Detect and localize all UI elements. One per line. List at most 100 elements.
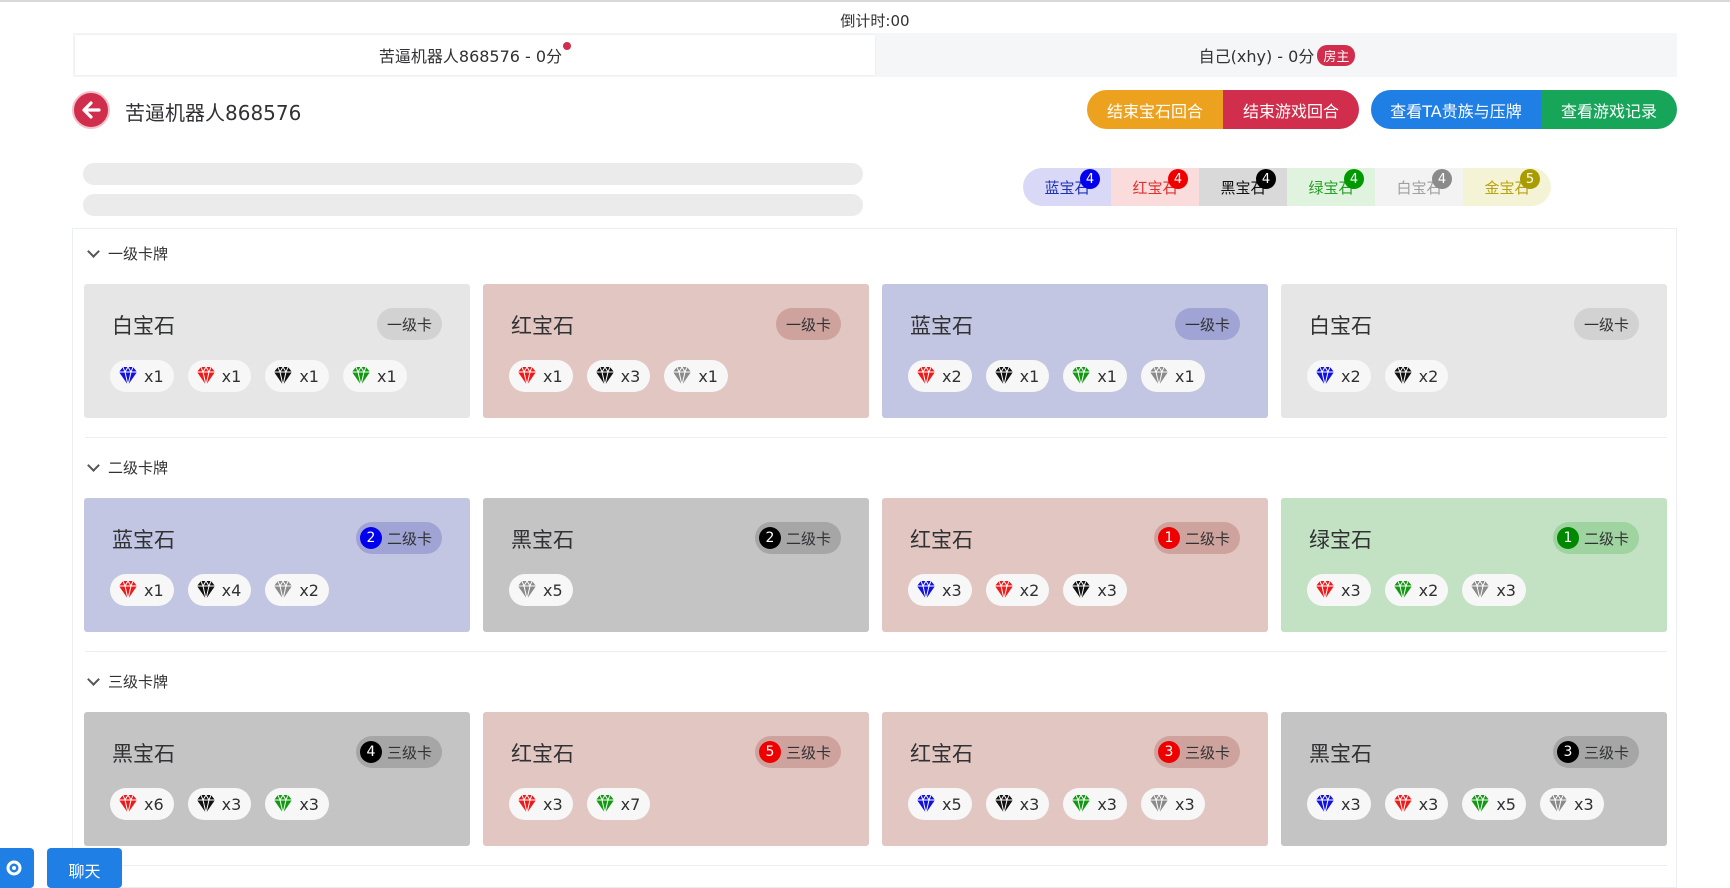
level-badge: 一级卡 xyxy=(1573,308,1639,340)
tab-player-self[interactable]: 自己(xhy) - 0分 房主 xyxy=(877,33,1677,77)
development-card[interactable]: 白宝石 一级卡 x2 x2 xyxy=(1281,284,1667,418)
prestige-points: 4 xyxy=(359,741,382,763)
card-cost-list: x6 x3 x3 xyxy=(110,788,329,820)
gem-bank-chip[interactable]: 绿宝石 4 xyxy=(1287,168,1375,206)
cost-quantity: x2 xyxy=(1418,366,1439,386)
view-records-button[interactable]: 查看游戏记录 xyxy=(1541,90,1677,129)
card-gem-name: 红宝石 xyxy=(910,528,973,552)
cost-pill: x1 xyxy=(509,360,573,392)
section-header[interactable]: 二级卡牌 xyxy=(87,457,168,478)
gem-bank: 蓝宝石 4 红宝石 4 黑宝石 4 绿宝石 4 白宝石 4 金宝石 5 xyxy=(1023,168,1551,206)
cost-pill: x1 xyxy=(342,360,407,392)
cost-quantity: x3 xyxy=(221,794,242,814)
gem-bank-chip[interactable]: 蓝宝石 4 xyxy=(1023,168,1111,206)
black-gem-icon xyxy=(271,365,295,387)
cost-pill: x2 xyxy=(265,574,329,606)
gem-bank-count: 4 xyxy=(1168,169,1188,189)
prestige-points: 5 xyxy=(758,741,781,763)
black-gem-icon xyxy=(593,365,617,387)
cost-quantity: x1 xyxy=(543,366,563,386)
cost-quantity: x3 xyxy=(1341,580,1361,600)
blue-gem-icon xyxy=(1313,793,1337,815)
development-card[interactable]: 黑宝石 3 三级卡 x3 x3 x5 x3 xyxy=(1281,712,1667,846)
grey-gem-icon xyxy=(1147,365,1171,387)
cost-pill: x1 xyxy=(265,360,329,392)
black-gem-icon xyxy=(992,793,1016,815)
development-card[interactable]: 绿宝石 1 二级卡 x3 x2 x3 xyxy=(1281,498,1667,632)
cost-pill: x2 xyxy=(908,360,972,392)
gem-bank-chip[interactable]: 白宝石 4 xyxy=(1375,168,1463,206)
player-tabs: 苦逼机器人868576 - 0分 自己(xhy) - 0分 房主 xyxy=(73,33,1677,77)
cost-pill: x1 xyxy=(664,360,728,392)
level-badge: 一级卡 xyxy=(376,308,442,340)
section-header[interactable]: 三级卡牌 xyxy=(87,671,168,692)
prestige-points: 2 xyxy=(758,527,781,549)
level-badge: 4 三级卡 xyxy=(355,736,442,768)
loading-skeleton xyxy=(83,194,863,216)
grey-gem-icon xyxy=(670,365,694,387)
development-card[interactable]: 红宝石 1 二级卡 x3 x2 x3 xyxy=(882,498,1268,632)
card-cost-list: x5 x3 x3 x3 xyxy=(908,788,1205,820)
card-cost-list: x3 x2 x3 xyxy=(908,574,1127,606)
tab-player-robot[interactable]: 苦逼机器人868576 - 0分 xyxy=(75,35,875,75)
red-gem-icon xyxy=(116,579,140,601)
level-label: 一级卡 xyxy=(1583,315,1629,334)
level-label: 二级卡 xyxy=(1583,529,1629,548)
development-card[interactable]: 白宝石 一级卡 x1 x1 x1 x1 xyxy=(84,284,470,418)
cost-pill: x1 xyxy=(1063,360,1127,392)
view-nobles-button[interactable]: 查看TA贵族与压牌 xyxy=(1371,90,1541,129)
red-gem-icon xyxy=(515,365,539,387)
cost-quantity: x1 xyxy=(1019,366,1040,386)
section-header[interactable]: 一级卡牌 xyxy=(87,243,168,264)
chat-button[interactable]: 聊天 xyxy=(47,848,122,888)
development-card[interactable]: 黑宝石 4 三级卡 x6 x3 x3 xyxy=(84,712,470,846)
development-card[interactable]: 黑宝石 2 二级卡 x5 xyxy=(483,498,869,632)
gem-bank-chip[interactable]: 黑宝石 4 xyxy=(1199,168,1287,206)
cost-pill: x2 xyxy=(985,574,1050,606)
card-gem-name: 黑宝石 xyxy=(511,528,574,552)
cost-quantity: x5 xyxy=(942,794,962,814)
gem-bank-chip[interactable]: 红宝石 4 xyxy=(1111,168,1199,206)
cost-quantity: x2 xyxy=(299,580,319,600)
section-divider xyxy=(85,437,1667,438)
development-card[interactable]: 红宝石 5 三级卡 x3 x7 xyxy=(483,712,869,846)
back-button[interactable] xyxy=(72,91,110,129)
green-gem-icon xyxy=(593,793,617,815)
black-gem-icon xyxy=(1391,365,1415,387)
card-gem-name: 红宝石 xyxy=(910,742,973,766)
cost-quantity: x1 xyxy=(1097,366,1117,386)
card-gem-name: 蓝宝石 xyxy=(112,528,175,552)
cost-pill: x3 xyxy=(1140,788,1205,820)
cost-pill: x2 xyxy=(1384,360,1449,392)
green-gem-icon xyxy=(1391,579,1415,601)
development-card[interactable]: 红宝石 3 三级卡 x5 x3 x3 x3 xyxy=(882,712,1268,846)
grey-gem-icon xyxy=(1147,793,1171,815)
development-card[interactable]: 红宝石 一级卡 x1 x3 x1 xyxy=(483,284,869,418)
cost-quantity: x2 xyxy=(1019,580,1040,600)
grey-gem-icon xyxy=(1468,579,1492,601)
turn-indicator-dot xyxy=(563,42,572,50)
red-gem-icon xyxy=(1313,579,1337,601)
settings-button[interactable] xyxy=(0,848,34,888)
gem-bank-chip[interactable]: 金宝石 5 xyxy=(1463,168,1551,206)
end-gem-round-button[interactable]: 结束宝石回合 xyxy=(1087,90,1223,129)
gem-bank-count: 5 xyxy=(1520,169,1540,189)
black-gem-icon xyxy=(194,579,218,601)
gem-bank-count: 4 xyxy=(1432,169,1452,189)
cost-quantity: x2 xyxy=(1341,366,1361,386)
card-gem-name: 蓝宝石 xyxy=(910,314,973,338)
development-card[interactable]: 蓝宝石 2 二级卡 x1 x4 x2 xyxy=(84,498,470,632)
arrow-left-icon xyxy=(82,101,101,119)
development-card[interactable]: 蓝宝石 一级卡 x2 x1 x1 x1 xyxy=(882,284,1268,418)
card-gem-name: 白宝石 xyxy=(1309,314,1372,338)
end-game-round-button[interactable]: 结束游戏回合 xyxy=(1223,90,1359,129)
level-label: 一级卡 xyxy=(386,315,432,334)
grey-gem-icon xyxy=(1546,793,1570,815)
red-gem-icon xyxy=(116,793,140,815)
cost-pill: x1 xyxy=(985,360,1050,392)
countdown-timer: 倒计时:00 xyxy=(840,12,910,30)
cost-pill: x1 xyxy=(110,574,174,606)
level-label: 一级卡 xyxy=(785,315,831,334)
card-gem-name: 绿宝石 xyxy=(1309,528,1372,552)
level-label: 三级卡 xyxy=(1583,743,1629,762)
